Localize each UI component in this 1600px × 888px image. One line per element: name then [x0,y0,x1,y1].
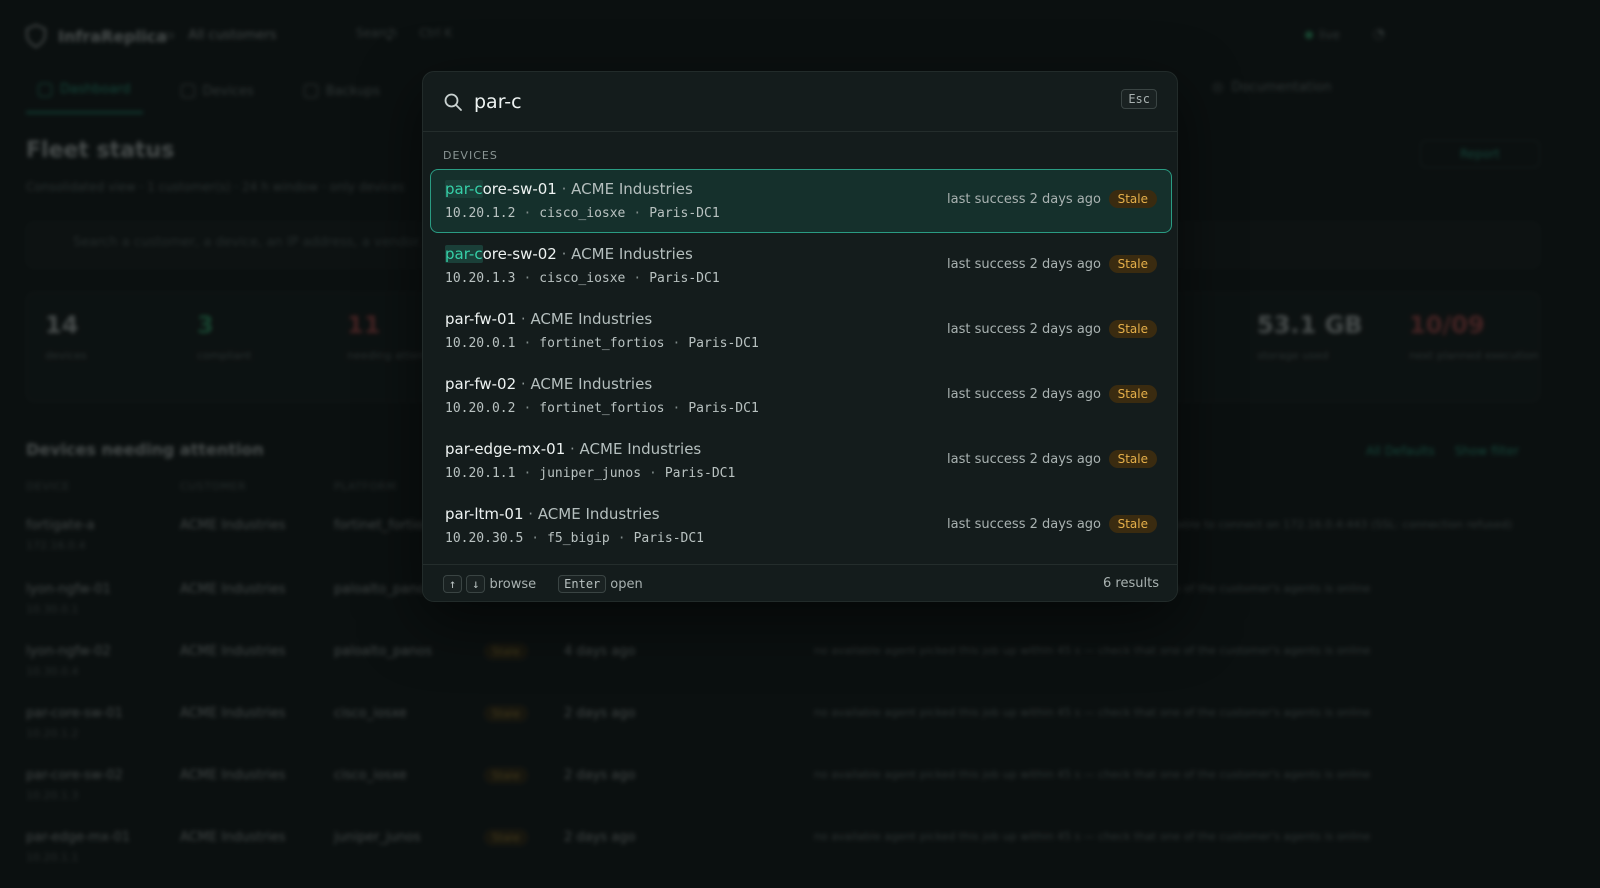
separator: · [633,271,642,286]
result-item[interactable]: par-fw-02 · ACME Industries 10.20.0.2 · fo… [430,364,1172,428]
palette-search-bar: Esc [423,72,1177,132]
separator: · [565,440,580,458]
separator: · [523,466,532,481]
open-hint: open [610,576,643,592]
status-badge: Stale [1108,190,1157,208]
result-customer: ACME Industries [530,375,653,393]
result-name: par-fw-02 [445,375,517,393]
result-ip: 10.20.0.2 [445,401,516,416]
separator: · [531,531,540,546]
palette-footer: ↑ ↓ browse Enter open 6 results [423,564,1177,601]
result-ip: 10.20.1.2 [445,206,516,221]
result-platform: juniper_junos [539,466,642,481]
browse-hint: browse [489,576,537,592]
keyboard-hints: ↑ ↓ browse Enter open [443,575,643,593]
status-badge: Stale [1108,450,1157,468]
result-customer: ACME Industries [571,180,693,198]
separator: · [523,336,532,351]
separator: · [516,310,531,328]
result-customer: ACME Industries [530,310,653,328]
arrow-up-key: ↑ [443,575,463,593]
result-ip: 10.20.1.3 [445,271,516,286]
result-details: 10.20.0.1 · fortinet_fortios · Paris-DC1 [445,336,759,351]
result-match: par-c [445,180,483,198]
separator: · [672,336,681,351]
result-customer: ACME Industries [571,245,693,263]
result-item[interactable]: par-core-sw-01 · ACME Industries 10.20.1… [430,169,1172,233]
result-platform: cisco_iosxe [539,271,626,286]
result-title: par-edge-mx-01 · ACME Industries [445,440,701,458]
result-details: 10.20.0.2 · fortinet_fortios · Paris-DC1 [445,401,759,416]
separator: · [556,180,572,198]
result-details: 10.20.1.2 · cisco_iosxe · Paris-DC1 [445,206,720,221]
result-match: par-c [445,245,483,263]
result-platform: fortinet_fortios [539,401,665,416]
result-details: 10.20.1.3 · cisco_iosxe · Paris-DC1 [445,271,720,286]
command-palette: Esc DEVICES par-core-sw-01 · ACME Indust… [422,71,1178,602]
separator: · [633,206,642,221]
result-details: 10.20.1.1 · juniper_junos · Paris-DC1 [445,466,735,481]
enter-key: Enter [558,575,607,593]
result-item[interactable]: par-ltm-01 · ACME Industries 10.20.30.5 ·… [430,494,1172,558]
result-name: par-ltm-01 [445,505,524,523]
result-site: Paris-DC1 [688,336,759,351]
status-badge: Stale [1108,515,1157,533]
result-title: par-ltm-01 · ACME Industries [445,505,660,523]
result-item[interactable]: par-core-sw-02 · ACME Industries 10.20.1… [430,234,1172,298]
result-name: par-fw-01 [445,310,517,328]
result-ip: 10.20.0.1 [445,336,516,351]
result-status: last success 2 days ago [947,452,1101,467]
result-status: last success 2 days ago [947,192,1101,207]
result-title: par-fw-01 · ACME Industries [445,310,652,328]
separator: · [523,206,532,221]
result-platform: f5_bigip [547,531,610,546]
separator: · [523,505,538,523]
esc-key-hint[interactable]: Esc [1121,89,1157,109]
section-label: DEVICES [443,149,498,162]
result-list: par-core-sw-01 · ACME Industries 10.20.1… [430,169,1172,559]
result-status: last success 2 days ago [947,257,1101,272]
result-item[interactable]: par-edge-mx-01 · ACME Industries 10.20.1… [430,429,1172,493]
result-count: 6 results [1103,576,1159,591]
result-status: last success 2 days ago [947,517,1101,532]
result-status: last success 2 days ago [947,387,1101,402]
result-title: par-core-sw-01 · ACME Industries [445,180,693,198]
arrow-down-key: ↓ [466,575,486,593]
result-site: Paris-DC1 [649,206,720,221]
result-item[interactable]: par-fw-01 · ACME Industries 10.20.0.1 · fo… [430,299,1172,363]
result-name: ore-sw-01 [482,180,557,198]
separator: · [617,531,626,546]
result-title: par-core-sw-02 · ACME Industries [445,245,693,263]
separator: · [649,466,657,481]
status-badge: Stale [1108,255,1157,273]
separator: · [523,271,532,286]
palette-search-input[interactable] [474,86,1034,118]
result-site: Paris-DC1 [649,271,720,286]
separator: · [672,401,681,416]
result-name: par-edge-mx-01 [445,440,566,458]
result-customer: ACME Industries [537,505,660,523]
result-customer: ACME Industries [579,440,702,458]
result-site: Paris-DC1 [688,401,759,416]
separator: · [556,245,572,263]
search-icon [444,93,462,111]
result-ip: 10.20.1.1 [445,466,516,481]
status-badge: Stale [1108,385,1157,403]
result-status: last success 2 days ago [947,322,1101,337]
result-platform: cisco_iosxe [539,206,626,221]
separator: · [523,401,532,416]
status-badge: Stale [1108,320,1157,338]
result-title: par-fw-02 · ACME Industries [445,375,652,393]
separator: · [516,375,531,393]
result-site: Paris-DC1 [664,466,736,481]
result-name: ore-sw-02 [482,245,557,263]
result-site: Paris-DC1 [633,531,705,546]
result-details: 10.20.30.5 · f5_bigip · Paris-DC1 [445,531,704,546]
result-platform: fortinet_fortios [539,336,665,351]
result-ip: 10.20.30.5 [445,531,524,546]
